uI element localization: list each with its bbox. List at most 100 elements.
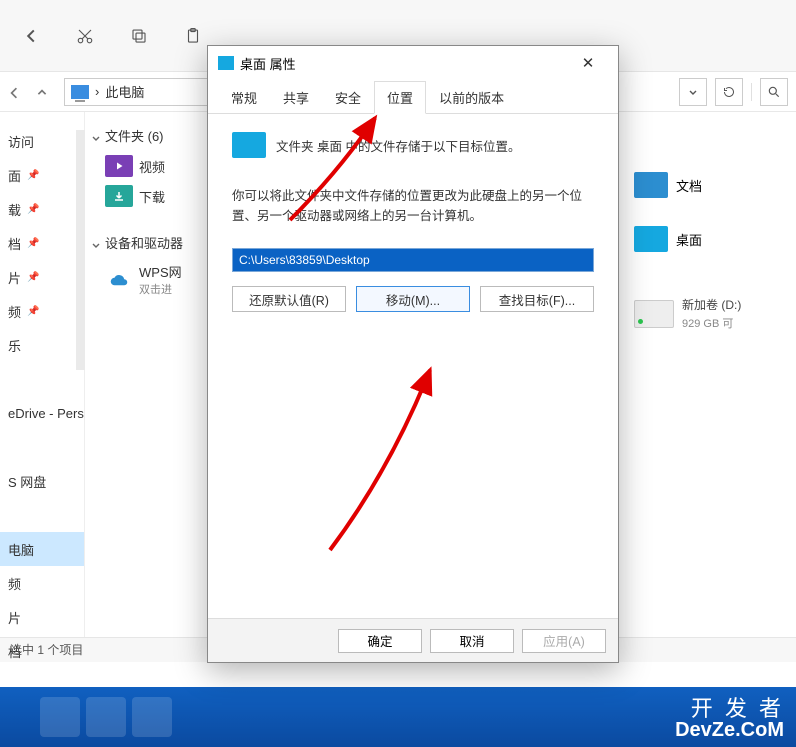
nav-back-icon[interactable] [8, 86, 20, 98]
taskbar-app[interactable] [132, 697, 172, 737]
taskbar-area: 开 发 者 DevZe.CoM [0, 662, 796, 747]
watermark: 开 发 者 DevZe.CoM [675, 697, 784, 741]
drive-icon [634, 300, 674, 328]
tree-item-wps[interactable]: WPS网 双击进 [91, 258, 205, 301]
paste-icon[interactable] [182, 25, 204, 47]
find-target-button[interactable]: 查找目标(F)... [480, 286, 594, 312]
description-text: 你可以将此文件夹中文件存储的位置更改为此硬盘上的另一个位置、另一个驱动器或网络上… [232, 186, 594, 226]
pin-icon: 📌 [27, 204, 39, 215]
pin-icon: 📌 [27, 272, 39, 283]
nav-label: 档 [8, 234, 21, 253]
watermark-line1: 开 发 者 [675, 697, 784, 720]
tab-共享[interactable]: 共享 [270, 81, 322, 114]
path-input[interactable] [232, 248, 594, 272]
dialog-title: 桌面 属性 [240, 54, 296, 73]
nav-item[interactable] [0, 430, 84, 464]
watermark-line2: DevZe.CoM [675, 720, 784, 741]
documents-folder-icon [634, 172, 668, 198]
dropdown-button[interactable] [679, 78, 707, 106]
nav-item[interactable]: 乐 [0, 328, 84, 362]
restore-default-button[interactable]: 还原默认值(R) [232, 286, 346, 312]
nav-item[interactable]: 档📌 [0, 226, 84, 260]
nav-item[interactable] [0, 362, 84, 396]
refresh-button[interactable] [715, 78, 743, 106]
nav-label: 载 [8, 200, 21, 219]
taskbar-app[interactable] [40, 697, 80, 737]
breadcrumb-label: 此电脑 [105, 82, 144, 101]
nav-item[interactable]: 面📌 [0, 158, 84, 192]
devices-header-label: 设备和驱动器 [105, 233, 183, 252]
separator [751, 83, 752, 101]
copy-icon[interactable] [128, 25, 150, 47]
pin-icon: 📌 [27, 170, 39, 181]
nav-item[interactable]: 片📌 [0, 260, 84, 294]
tab-以前的版本[interactable]: 以前的版本 [426, 81, 517, 114]
back-icon[interactable] [20, 25, 42, 47]
nav-label: eDrive - Pers [8, 406, 84, 421]
pin-icon: 📌 [27, 238, 39, 249]
ok-button[interactable]: 确定 [338, 629, 422, 653]
status-text: 选中 1 个项目 [10, 643, 83, 657]
tree-item-downloads[interactable]: 下载 [91, 181, 205, 211]
nav-label: 乐 [8, 336, 21, 355]
drive-sublabel: 929 GB 可 [682, 318, 733, 330]
breadcrumb-chevron: › [95, 84, 99, 99]
folders-group-header[interactable]: 文件夹 (6) [91, 126, 205, 145]
tree-item-video[interactable]: 视频 [91, 151, 205, 181]
taskbar-app[interactable] [86, 697, 126, 737]
item-label: 桌面 [676, 230, 702, 249]
nav-item[interactable]: 频 [0, 566, 84, 600]
download-folder-icon [105, 185, 133, 207]
tab-位置[interactable]: 位置 [374, 81, 426, 114]
folder-tree: 文件夹 (6) 视频 下载 设备和驱动器 WPS网 双击进 [85, 112, 205, 637]
move-button[interactable]: 移动(M)... [356, 286, 470, 312]
nav-label: 频 [8, 574, 21, 593]
nav-item[interactable]: 载📌 [0, 192, 84, 226]
nav-label: S 网盘 [8, 472, 46, 491]
drive-item[interactable]: 新加卷 (D:) 929 GB 可 [626, 296, 796, 332]
tree-label: WPS网 [139, 265, 182, 280]
dialog-tabs: 常规共享安全位置以前的版本 [208, 80, 618, 114]
folders-header-label: 文件夹 (6) [105, 126, 164, 145]
nav-item[interactable]: 频📌 [0, 294, 84, 328]
cloud-icon [105, 269, 133, 291]
nav-label: 片 [8, 268, 21, 287]
tab-安全[interactable]: 安全 [322, 81, 374, 114]
nav-item[interactable]: 访问 [0, 124, 84, 158]
nav-label: 访问 [8, 132, 34, 151]
nav-item[interactable]: eDrive - Pers [0, 396, 84, 430]
nav-up-icon[interactable] [36, 86, 48, 98]
nav-label: 电脑 [8, 540, 34, 559]
devices-group-header[interactable]: 设备和驱动器 [91, 233, 205, 252]
nav-item[interactable]: S 网盘 [0, 464, 84, 498]
nav-item[interactable]: 片 [0, 600, 84, 634]
nav-label: 频 [8, 302, 21, 321]
nav-item[interactable] [0, 498, 84, 532]
drive-label: 新加卷 (D:) [682, 298, 741, 312]
cancel-button[interactable]: 取消 [430, 629, 514, 653]
video-folder-icon [105, 155, 133, 177]
properties-dialog: 桌面 属性 ✕ 常规共享安全位置以前的版本 文件夹 桌面 中的文件存储于以下目标… [207, 45, 619, 663]
dialog-body: 文件夹 桌面 中的文件存储于以下目标位置。 你可以将此文件夹中文件存储的位置更改… [208, 114, 618, 312]
dialog-icon [218, 56, 234, 70]
desktop-folder-icon [634, 226, 668, 252]
item-label: 文档 [676, 176, 702, 195]
dialog-footer: 确定 取消 应用(A) [208, 618, 618, 662]
nav-label: 面 [8, 166, 21, 185]
tree-label: 下载 [139, 187, 165, 206]
dialog-titlebar[interactable]: 桌面 属性 ✕ [208, 46, 618, 80]
search-button[interactable] [760, 78, 788, 106]
close-button[interactable]: ✕ [568, 49, 608, 77]
pin-icon: 📌 [27, 306, 39, 317]
folder-item-documents[interactable]: 文档 [626, 172, 796, 198]
tab-常规[interactable]: 常规 [218, 81, 270, 114]
nav-scrollbar[interactable] [76, 130, 85, 370]
nav-item[interactable]: 电脑 [0, 532, 84, 566]
nav-pane[interactable]: 访问面📌载📌档📌片📌频📌乐eDrive - PersS 网盘电脑频片档载 [0, 112, 85, 637]
right-items: 文档 桌面 新加卷 (D:) 929 GB 可 [626, 112, 796, 637]
this-pc-icon [71, 85, 89, 99]
folder-item-desktop[interactable]: 桌面 [626, 226, 796, 252]
folder-icon [232, 132, 266, 158]
cut-icon[interactable] [74, 25, 96, 47]
apply-button[interactable]: 应用(A) [522, 629, 606, 653]
